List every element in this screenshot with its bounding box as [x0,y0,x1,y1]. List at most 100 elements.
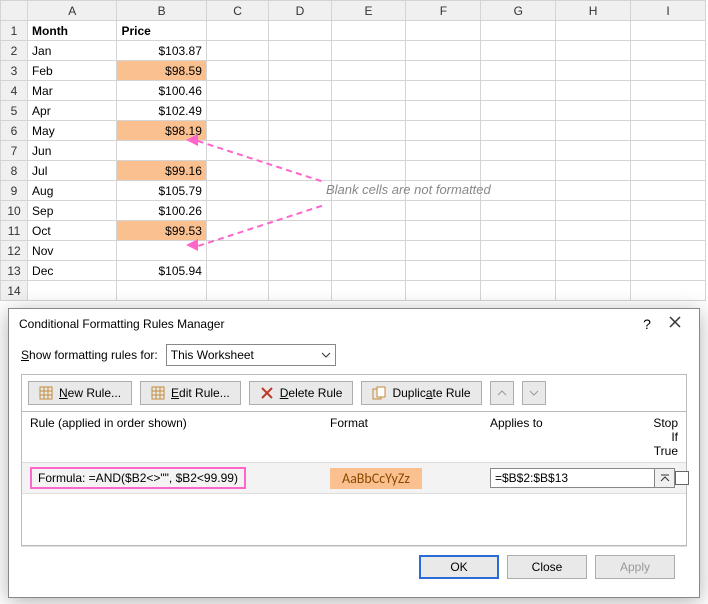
cell[interactable] [206,281,268,301]
cell[interactable] [331,241,406,261]
cell[interactable] [269,81,331,101]
col-header[interactable]: I [631,1,706,21]
cell[interactable] [481,141,556,161]
cell[interactable] [206,81,268,101]
cell[interactable] [481,161,556,181]
row-header[interactable]: 6 [1,121,28,141]
row-header[interactable]: 10 [1,201,28,221]
cell[interactable] [269,201,331,221]
cell[interactable] [406,41,481,61]
cell[interactable] [406,101,481,121]
cell[interactable] [556,61,631,81]
row-header[interactable]: 2 [1,41,28,61]
cell[interactable] [556,281,631,301]
close-button[interactable] [661,315,689,332]
cell[interactable] [206,221,268,241]
cell[interactable] [269,221,331,241]
cell[interactable] [28,281,117,301]
cell[interactable] [481,201,556,221]
cell[interactable] [406,201,481,221]
cell[interactable] [269,261,331,281]
cell[interactable] [631,161,706,181]
move-up-button[interactable] [490,381,514,405]
cell[interactable] [269,61,331,81]
ok-button[interactable]: OK [419,555,499,579]
cell[interactable] [206,241,268,261]
cell[interactable] [206,101,268,121]
cell[interactable] [631,221,706,241]
cell[interactable]: Month [28,21,117,41]
row-header[interactable]: 14 [1,281,28,301]
cell[interactable]: $100.46 [117,81,206,101]
cell[interactable] [331,161,406,181]
cell[interactable] [631,21,706,41]
cell[interactable] [206,41,268,61]
cell[interactable]: Jun [28,141,117,161]
cell[interactable] [206,261,268,281]
cell[interactable] [406,61,481,81]
close-dialog-button[interactable]: Close [507,555,587,579]
cell[interactable] [406,21,481,41]
cell[interactable] [117,281,206,301]
cell[interactable]: May [28,121,117,141]
cell[interactable] [481,261,556,281]
cell[interactable] [206,121,268,141]
cell[interactable] [331,41,406,61]
cell[interactable] [406,241,481,261]
cell[interactable]: $100.26 [117,201,206,221]
cell[interactable] [481,221,556,241]
col-header[interactable]: E [331,1,406,21]
cell[interactable] [331,81,406,101]
cell[interactable] [481,21,556,41]
cell[interactable] [631,261,706,281]
row-header[interactable]: 4 [1,81,28,101]
col-header[interactable]: F [406,1,481,21]
cell[interactable]: $99.16 [117,161,206,181]
cell[interactable] [481,41,556,61]
cell[interactable] [406,141,481,161]
cell[interactable]: Price [117,21,206,41]
cell[interactable] [206,161,268,181]
cell[interactable]: Dec [28,261,117,281]
cell[interactable] [481,241,556,261]
cell[interactable]: $103.87 [117,41,206,61]
cell[interactable] [556,201,631,221]
cell[interactable] [556,81,631,101]
row-header[interactable]: 7 [1,141,28,161]
cell[interactable] [269,101,331,121]
cell[interactable]: Nov [28,241,117,261]
cell[interactable] [631,61,706,81]
cell[interactable] [556,41,631,61]
cell[interactable]: Apr [28,101,117,121]
cell[interactable] [631,181,706,201]
cell[interactable]: Jan [28,41,117,61]
cell[interactable] [556,141,631,161]
row-header[interactable]: 12 [1,241,28,261]
cell[interactable] [331,101,406,121]
col-header[interactable]: G [481,1,556,21]
cell[interactable] [269,121,331,141]
cell[interactable] [556,261,631,281]
cell[interactable] [331,261,406,281]
cell[interactable]: $105.79 [117,181,206,201]
cell[interactable]: $102.49 [117,101,206,121]
cell[interactable] [331,221,406,241]
cell[interactable] [269,41,331,61]
new-rule-button[interactable]: New Rule... [28,381,132,405]
cell[interactable]: Sep [28,201,117,221]
cell[interactable] [481,61,556,81]
cell[interactable] [556,181,631,201]
cell[interactable] [481,81,556,101]
cell[interactable] [631,121,706,141]
cell[interactable] [269,241,331,261]
col-header[interactable]: D [269,1,331,21]
cell[interactable]: Mar [28,81,117,101]
row-header[interactable]: 3 [1,61,28,81]
row-header[interactable]: 5 [1,101,28,121]
col-header[interactable]: C [206,1,268,21]
cell[interactable] [406,281,481,301]
cell[interactable]: Aug [28,181,117,201]
cell[interactable] [556,121,631,141]
cell[interactable] [481,281,556,301]
stop-if-true-checkbox[interactable] [675,471,689,485]
